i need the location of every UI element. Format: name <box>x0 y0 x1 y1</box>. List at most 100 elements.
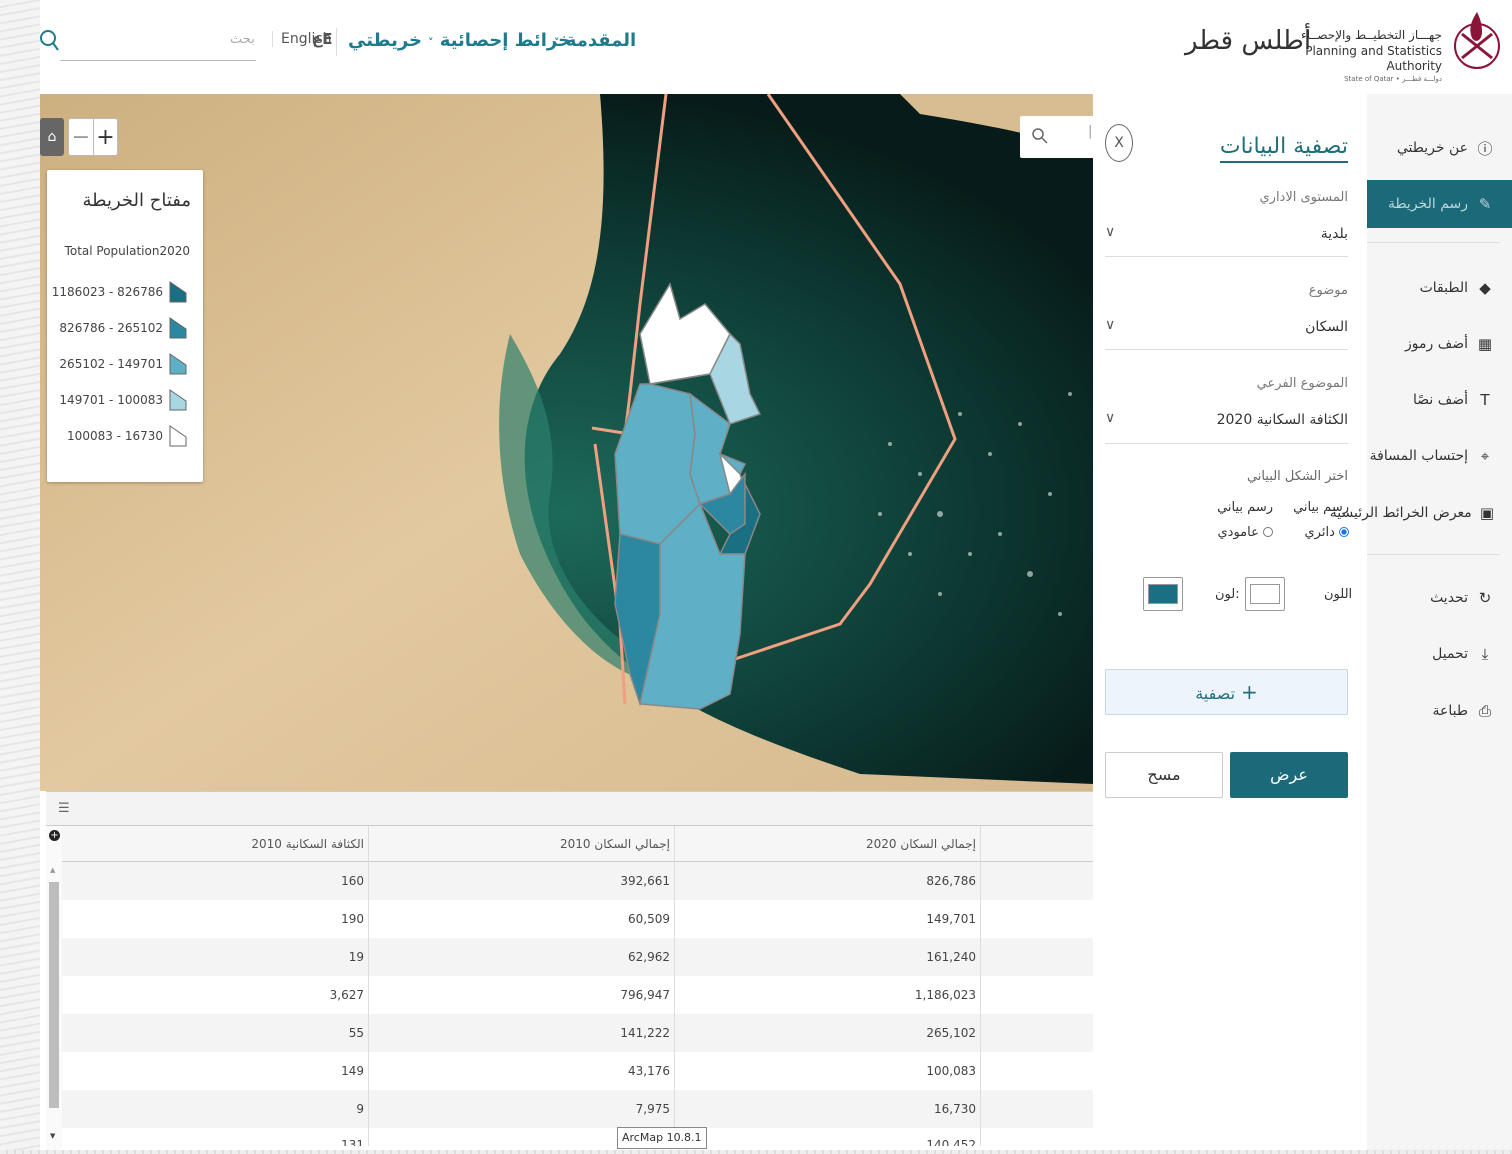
column-divider <box>368 976 369 1014</box>
fill-color-picker[interactable] <box>1245 577 1285 611</box>
color-swatch <box>1148 584 1178 604</box>
topic-select[interactable]: السكان <box>1305 319 1348 335</box>
nav-introduction[interactable]: ˅ المقدمة <box>550 30 636 51</box>
table-cell: 100,083 <box>926 1064 976 1078</box>
column-divider <box>368 900 369 938</box>
subtopic-select[interactable]: الكثافة السكانية 2020 <box>1217 412 1348 428</box>
table-row[interactable]: 9 7,975 16,730 <box>62 1090 1093 1128</box>
sidebar-item-distance[interactable]: إحتساب المسافة ⌖ <box>1367 432 1512 480</box>
qatar-emblem-icon <box>1454 12 1500 69</box>
sidebar-item-label: الطبقات <box>1419 280 1468 296</box>
legend-item-label: 100083 - 16730 <box>67 429 163 443</box>
table-row[interactable]: 149 43,176 100,083 <box>62 1052 1093 1090</box>
table-cell: 149,701 <box>926 912 976 926</box>
sidebar-item-print[interactable]: طباعة ⎙ <box>1367 687 1512 735</box>
symbols-icon: ▦ <box>1477 335 1493 353</box>
legend-item: 826786 - 265102 <box>59 316 187 340</box>
admin-level-select[interactable]: بلدية <box>1321 226 1348 242</box>
sidebar-item-download[interactable]: تحميل ⤓ <box>1367 630 1512 678</box>
search-icon[interactable] <box>1032 128 1048 144</box>
scroll-thumb[interactable] <box>49 882 59 1108</box>
legend-item-label: 1186023 - 826786 <box>51 285 163 299</box>
sidebar-item-layers[interactable]: الطبقات ◆ <box>1367 264 1512 312</box>
sidebar-item-refresh[interactable]: تحديث ↻ <box>1367 574 1512 622</box>
table-cell: 140,452 <box>926 1138 976 1146</box>
page-edge-decoration <box>0 0 40 1154</box>
column-header[interactable]: إجمالي السكان 2010 <box>368 826 674 862</box>
map-legend: مفتاح الخريطة Total Population2020 11860… <box>47 170 203 482</box>
sidebar-item-gallery[interactable]: معرض الخرائط الرئيسية ▣ <box>1330 489 1512 537</box>
table-menu-icon[interactable]: ☰ <box>58 801 70 816</box>
table-cell: 826,786 <box>926 874 976 888</box>
close-panel-button[interactable]: X <box>1105 124 1133 162</box>
table-row[interactable]: 160 392,661 826,786 <box>62 862 1093 900</box>
radio-button[interactable] <box>1339 527 1349 538</box>
legend-item-label: 826786 - 265102 <box>59 321 163 335</box>
sidebar-item-symbols[interactable]: أضف رموز ▦ <box>1367 320 1512 368</box>
sidebar-item-text[interactable]: أضف نصًا T <box>1367 376 1512 424</box>
layers-icon: ◆ <box>1479 279 1491 297</box>
home-button[interactable]: ⌂ <box>40 118 64 156</box>
nav-my-map[interactable]: خريطتي <box>348 30 422 51</box>
table-scrollbar[interactable]: + ▲ ▼ <box>46 826 62 1154</box>
scroll-up-icon[interactable]: ▲ <box>50 866 55 874</box>
radio-button[interactable] <box>1263 527 1273 538</box>
sidebar-item-label: إحتساب المسافة <box>1369 448 1468 464</box>
chevron-down-icon: ˅ <box>554 36 560 49</box>
table-row[interactable]: 131 140,452 <box>62 1128 1093 1146</box>
expand-icon[interactable]: + <box>49 830 60 841</box>
column-divider <box>980 1014 981 1052</box>
sidebar-item-info[interactable]: عن خريطتي ⓘ <box>1367 124 1512 172</box>
map-search-box[interactable]: | <box>1020 116 1093 158</box>
table-cell: 796,947 <box>620 988 670 1002</box>
header-divider <box>336 28 337 56</box>
legend-item: 100083 - 16730 <box>67 424 187 448</box>
column-divider <box>368 1052 369 1090</box>
map-controls: ⌂ − + <box>40 118 118 156</box>
table-cell: 392,661 <box>620 874 670 888</box>
column-divider <box>980 938 981 976</box>
map-search-caret: | <box>1088 124 1093 139</box>
table-cell: 62,962 <box>628 950 670 964</box>
subtopic-label: الموضوع الفرعي <box>1256 376 1348 391</box>
search-icon[interactable] <box>40 28 64 56</box>
map-view[interactable]: ⌂ − + | مفتاح الخريطة Total Population20… <box>40 94 1093 791</box>
refresh-icon: ↻ <box>1478 589 1492 607</box>
sidebar-item-label: أضف نصًا <box>1412 392 1468 408</box>
table-cell: 161,240 <box>926 950 976 964</box>
table-cell: 131 <box>341 1138 364 1146</box>
chevron-down-icon[interactable]: ∨ <box>1105 410 1115 426</box>
table-row[interactable]: 3,627 796,947 1,186,023 <box>62 976 1093 1014</box>
zoom-in-button[interactable]: + <box>93 119 117 155</box>
table-row[interactable]: 19 62,962 161,240 <box>62 938 1093 976</box>
home-icon: ⌂ <box>47 129 57 145</box>
show-button[interactable]: عرض <box>1230 752 1348 798</box>
legend-title: مفتاح الخريطة <box>82 190 191 211</box>
right-sidebar: عن خريطتي ⓘ رسم الخريطة ✎ الطبقات ◆ أضف رموز ▦ أ… <box>1330 94 1512 1154</box>
sidebar-item-label: رسم الخريطة <box>1387 196 1468 212</box>
zoom-out-button[interactable]: − <box>69 119 93 155</box>
table-cell: 141,222 <box>620 1026 670 1040</box>
table-row[interactable]: 190 60,509 149,701 <box>62 900 1093 938</box>
table-row[interactable]: 55 141,222 265,102 <box>62 1014 1093 1052</box>
outline-color-picker[interactable] <box>1143 577 1183 611</box>
add-filter-button[interactable]: تصفية + <box>1105 669 1348 715</box>
table-toolbar: ☰ <box>46 791 1093 826</box>
language-icon[interactable]: ع‌E <box>312 30 333 48</box>
zoom-controls: − + <box>68 118 118 156</box>
paint-icon: ✎ <box>1478 195 1492 213</box>
legend-item-label: 265102 - 149701 <box>59 357 163 371</box>
data-filter-panel: X تصفية البيانات المستوى الاداري بلدية ∨… <box>1093 94 1367 1154</box>
scroll-down-icon[interactable]: ▼ <box>50 1132 55 1140</box>
sidebar-divider <box>1367 554 1500 555</box>
clear-button[interactable]: مسح <box>1105 752 1223 798</box>
radio-bar-chart[interactable]: رسم بياني عامودي <box>1203 496 1273 545</box>
search-input[interactable] <box>60 60 256 61</box>
sidebar-item-paint[interactable]: رسم الخريطة ✎ <box>1367 180 1512 228</box>
table-cell: 265,102 <box>926 1026 976 1040</box>
chevron-down-icon[interactable]: ∨ <box>1105 224 1115 240</box>
chevron-down-icon[interactable]: ∨ <box>1105 317 1115 333</box>
column-divider <box>980 826 981 862</box>
column-header[interactable]: الكثافة السكانية 2010 <box>62 826 368 862</box>
column-header[interactable]: إجمالي السكان 2020 <box>674 826 980 862</box>
